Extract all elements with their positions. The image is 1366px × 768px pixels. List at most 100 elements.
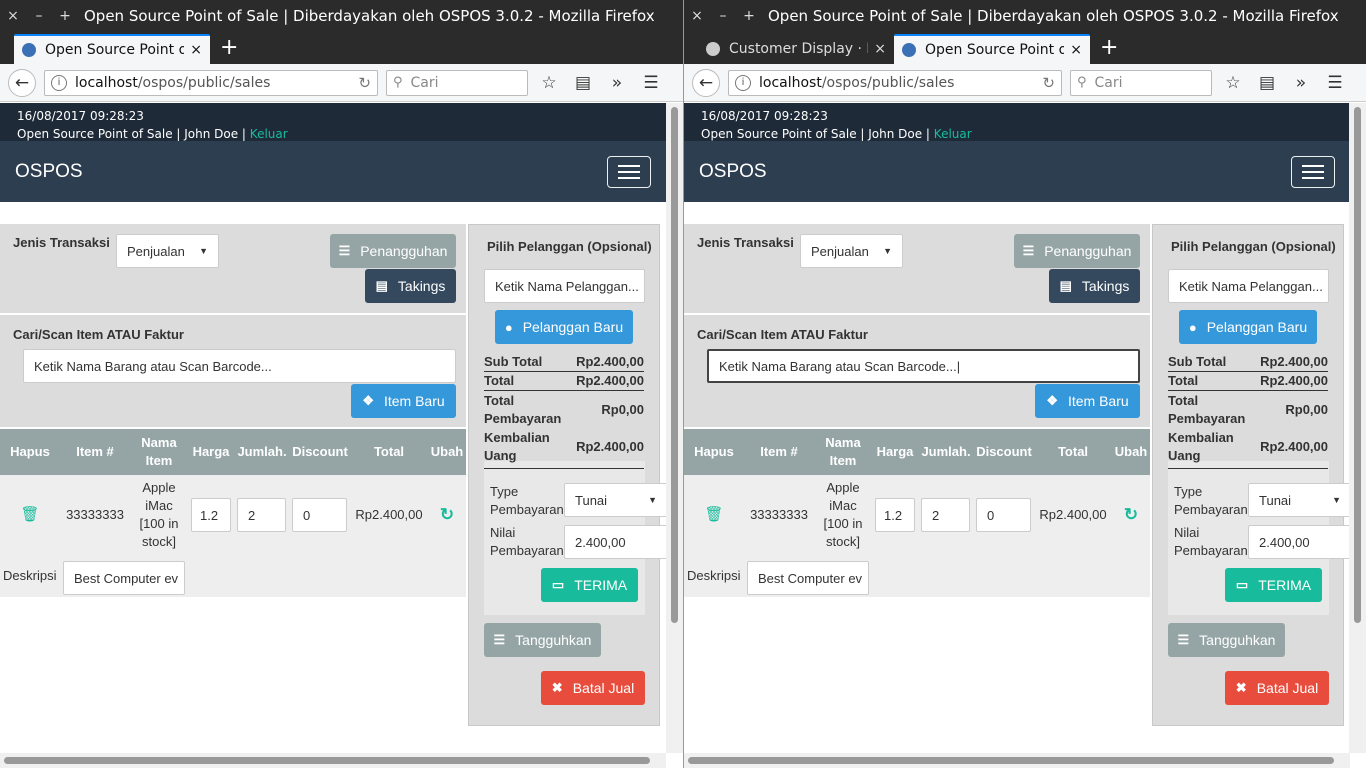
close-window-icon[interactable]: × (684, 8, 710, 24)
takings-button[interactable]: ▤ Takings (365, 269, 456, 303)
minimize-window-icon[interactable]: – (710, 8, 736, 24)
payment-type-select[interactable]: Tunai ▼ (1248, 483, 1350, 517)
caret-down-icon: ▼ (1332, 495, 1341, 505)
reload-icon[interactable]: ↻ (358, 74, 371, 92)
suspended-button[interactable]: ☰ Penangguhan (330, 234, 456, 268)
logout-link[interactable]: Keluar (934, 127, 972, 141)
url-host: localhost (759, 74, 822, 91)
accept-payment-button[interactable]: ▭ TERIMA (1225, 568, 1322, 602)
quantity-input[interactable]: 2 (237, 498, 286, 532)
trash-icon[interactable]: 🗑 (684, 475, 744, 555)
horizontal-scrollbar[interactable] (684, 753, 1350, 768)
search-icon: ⚲ (1077, 75, 1087, 90)
tab-ospos[interactable]: Open Source Point of Sale | Diberdayakan… (14, 34, 210, 64)
logout-link[interactable]: Keluar (250, 127, 288, 141)
customer-search-input[interactable]: Ketik Nama Pelanggan... (484, 269, 645, 303)
library-icon[interactable]: ▤ (1254, 70, 1280, 96)
mode-label: Jenis Transaksi (13, 235, 110, 250)
payment-type-select[interactable]: Tunai ▼ (564, 483, 666, 517)
horizontal-scrollbar[interactable] (0, 753, 666, 768)
customer-search-input[interactable]: Ketik Nama Pelanggan... (1168, 269, 1329, 303)
paid-row: Total Pembayaran Rp0,00 (484, 393, 644, 426)
item-search-input[interactable]: Ketik Nama Barang atau Scan Barcode... (23, 349, 456, 383)
brand-logo[interactable]: OSPOS (699, 161, 767, 183)
list-icon: ☰ (1177, 632, 1190, 647)
overflow-chevrons-icon[interactable]: » (604, 70, 630, 96)
maximize-window-icon[interactable]: + (736, 8, 762, 24)
url-host: localhost (75, 74, 138, 91)
price-input[interactable]: 1.2 (191, 498, 231, 532)
url-bar[interactable]: i localhost /ospos/public/sales ↻ (44, 69, 378, 96)
menu-hamburger-icon[interactable]: ☰ (1322, 70, 1348, 96)
search-bar[interactable]: ⚲ Cari (386, 69, 528, 96)
cancel-sale-button[interactable]: ✖ Batal Jual (1225, 671, 1329, 705)
discount-input[interactable]: 0 (292, 498, 347, 532)
navbar-toggle-button[interactable] (1291, 155, 1335, 188)
refresh-icon[interactable]: ↻ (428, 475, 466, 555)
list-icon: ☰ (338, 243, 351, 258)
new-customer-button[interactable]: ● Pelanggan Baru (1179, 310, 1317, 344)
site-info-icon[interactable]: i (51, 74, 67, 91)
tab-customer-display[interactable]: Customer Display · Issues × (698, 34, 894, 64)
new-item-label: Item Baru (383, 393, 445, 409)
suspend-sale-button[interactable]: ☰ Tangguhkan (484, 623, 601, 657)
bookmark-star-icon[interactable]: ☆ (536, 70, 562, 96)
cancel-sale-button[interactable]: ✖ Batal Jual (541, 671, 645, 705)
accept-payment-button[interactable]: ▭ TERIMA (541, 568, 638, 602)
tab-close-icon[interactable]: × (1070, 42, 1082, 58)
library-icon[interactable]: ▤ (570, 70, 596, 96)
search-placeholder: Cari (1094, 74, 1123, 91)
back-arrow-icon[interactable]: ← (692, 68, 720, 97)
takings-label: Takings (1081, 278, 1130, 294)
reload-icon[interactable]: ↻ (1042, 74, 1055, 92)
navbar-toggle-button[interactable] (607, 155, 651, 188)
item-search-input[interactable]: Ketik Nama Barang atau Scan Barcode...| (707, 349, 1140, 383)
brand-logo[interactable]: OSPOS (15, 161, 83, 183)
overflow-chevrons-icon[interactable]: » (1288, 70, 1314, 96)
mode-select[interactable]: Penjualan ▼ (116, 234, 219, 268)
new-item-label: Item Baru (1067, 393, 1129, 409)
suspended-button[interactable]: ☰ Penangguhan (1014, 234, 1140, 268)
discount-input[interactable]: 0 (976, 498, 1031, 532)
quantity-input[interactable]: 2 (921, 498, 970, 532)
amount-tendered-label: Nilai Pembayaran (490, 525, 564, 558)
tab-ospos[interactable]: Open Source Point of Sale | Diberdayakan… (894, 34, 1090, 64)
price-input[interactable]: 1.2 (875, 498, 915, 532)
minimize-window-icon[interactable]: – (26, 8, 52, 24)
close-window-icon[interactable]: × (0, 8, 26, 24)
menu-hamburger-icon[interactable]: ☰ (638, 70, 664, 96)
vertical-scrollbar[interactable] (1349, 103, 1366, 753)
item-search-placeholder: Ketik Nama Barang atau Scan Barcode... (34, 358, 272, 374)
customer-title: Pilih Pelanggan (Opsional) (487, 239, 652, 254)
amount-tendered-input[interactable]: 2.400,00 (564, 525, 666, 559)
col-price: Harga (192, 444, 230, 459)
search-icon: ⚲ (393, 75, 403, 90)
new-tab-button[interactable]: + (210, 35, 248, 64)
takings-button[interactable]: ▤ Takings (1049, 269, 1140, 303)
tab-close-icon[interactable]: × (874, 41, 886, 57)
mode-select[interactable]: Penjualan ▼ (800, 234, 903, 268)
amount-tendered-input[interactable]: 2.400,00 (1248, 525, 1350, 559)
description-input[interactable]: Best Computer ev (747, 561, 869, 595)
ospos-favicon-icon (902, 43, 916, 57)
new-customer-button[interactable]: ● Pelanggan Baru (495, 310, 633, 344)
back-arrow-icon[interactable]: ← (8, 68, 36, 97)
url-bar[interactable]: i localhost /ospos/public/sales ↻ (728, 69, 1062, 96)
new-item-button[interactable]: ❖ Item Baru (351, 384, 456, 418)
list-alt-icon: ▤ (1059, 278, 1072, 293)
new-item-button[interactable]: ❖ Item Baru (1035, 384, 1140, 418)
trash-icon[interactable]: 🗑 (0, 475, 60, 555)
suspend-sale-button[interactable]: ☰ Tangguhkan (1168, 623, 1285, 657)
bookmark-star-icon[interactable]: ☆ (1220, 70, 1246, 96)
site-info-icon[interactable]: i (735, 74, 751, 91)
maximize-window-icon[interactable]: + (52, 8, 78, 24)
caret-down-icon: ▼ (199, 246, 208, 256)
col-discount: Discount (976, 444, 1032, 459)
title-bar: × – + Open Source Point of Sale | Diberd… (684, 0, 1366, 32)
tab-close-icon[interactable]: × (190, 42, 202, 58)
description-input[interactable]: Best Computer ev (63, 561, 185, 595)
new-tab-button[interactable]: + (1090, 35, 1128, 64)
vertical-scrollbar[interactable] (666, 103, 683, 753)
search-bar[interactable]: ⚲ Cari (1070, 69, 1212, 96)
refresh-icon[interactable]: ↻ (1112, 475, 1150, 555)
